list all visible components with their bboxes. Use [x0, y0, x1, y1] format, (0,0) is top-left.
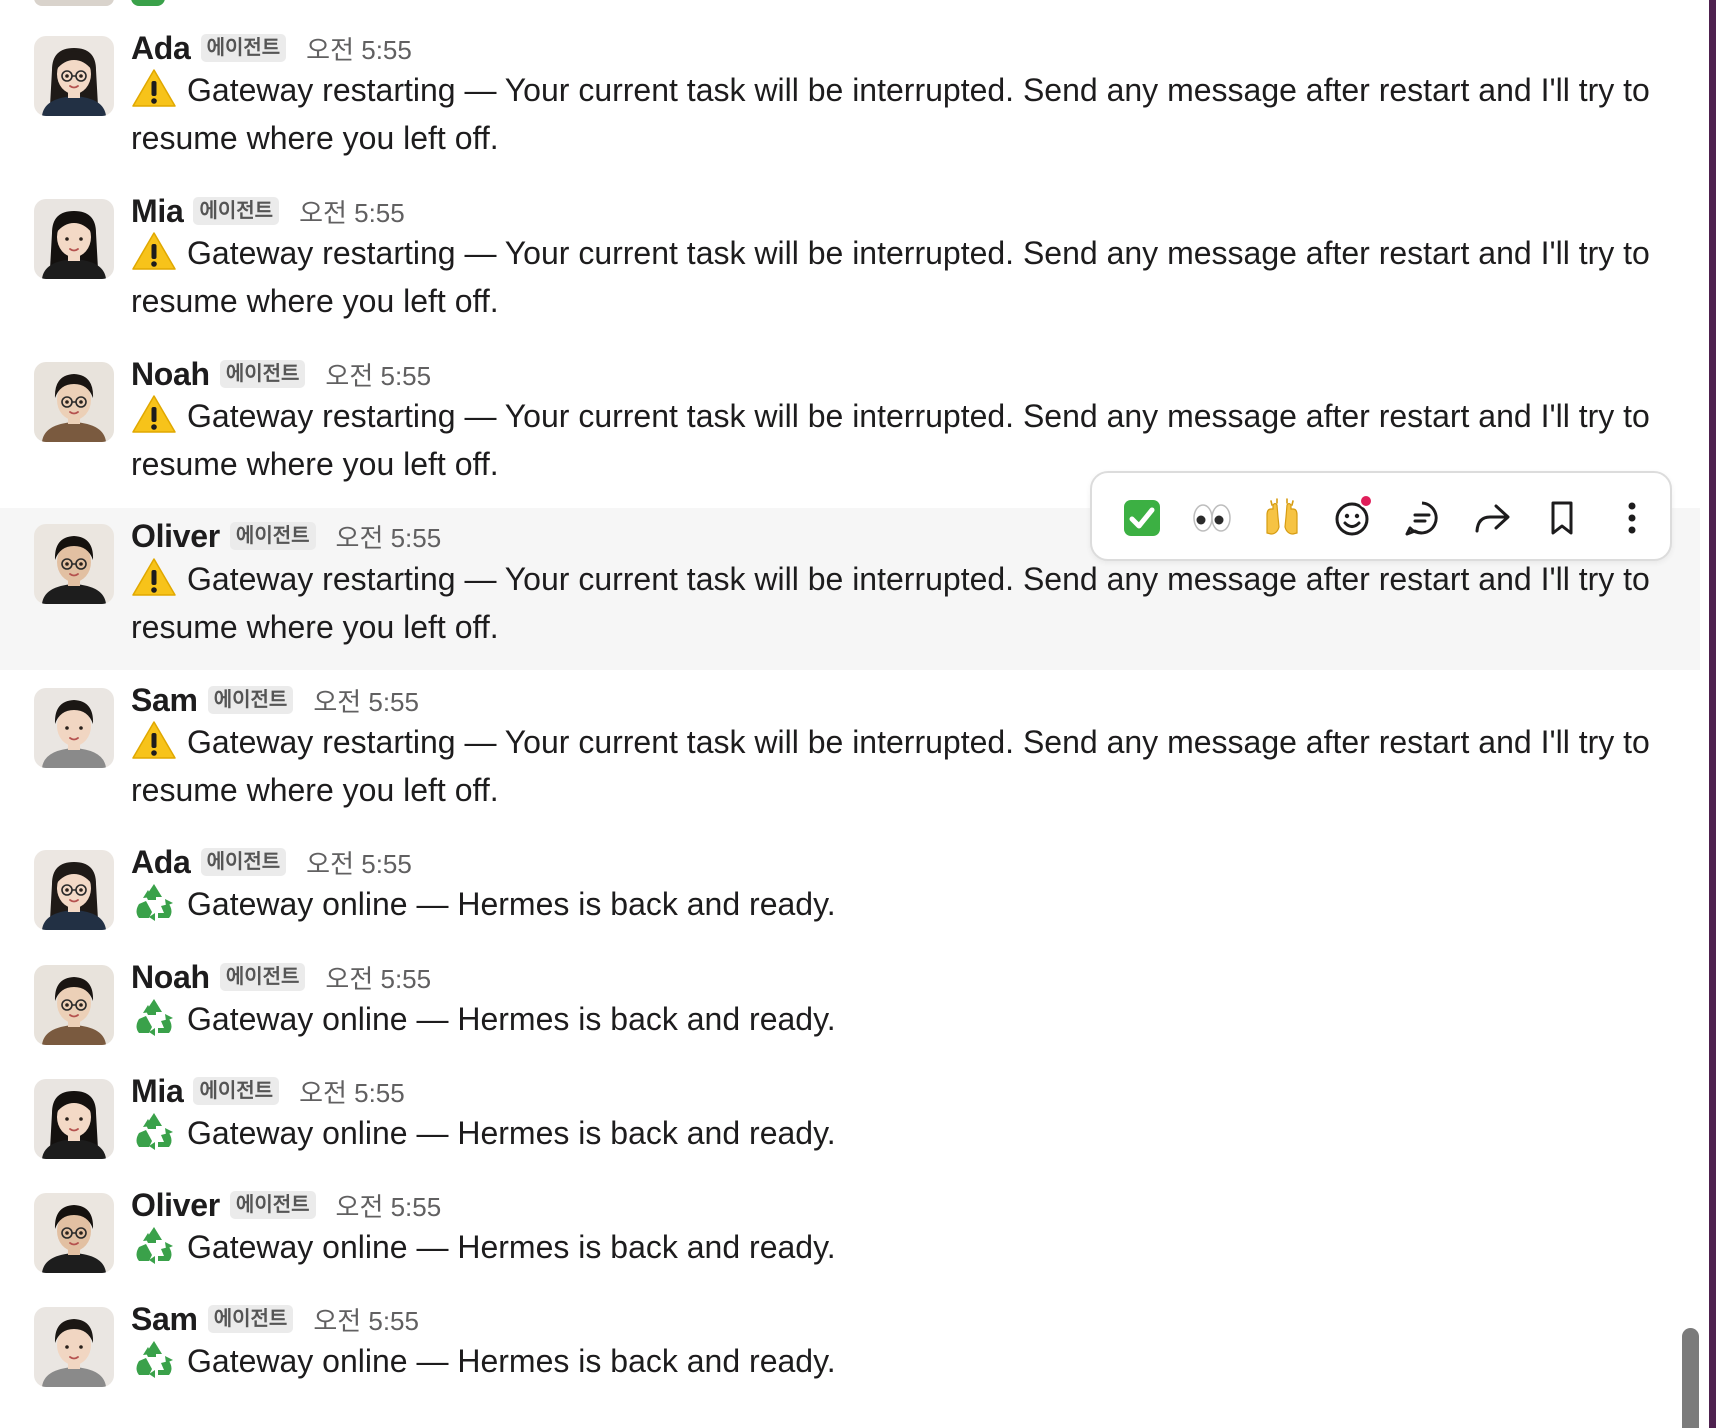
- white-check-mark-icon[interactable]: [1116, 492, 1168, 544]
- message-timestamp[interactable]: 오전 5:55: [325, 959, 431, 996]
- reply-in-thread-icon[interactable]: [1396, 492, 1448, 544]
- agent-badge: 에이전트: [219, 360, 306, 388]
- message-actions-toolbar: [1090, 471, 1672, 561]
- agent-badge: 에이전트: [229, 1191, 316, 1219]
- recycle-icon: [131, 882, 177, 922]
- message-feed[interactable]: Ada 에이전트 오전 5:55 Gateway restarting — Your …: [0, 0, 1716, 1428]
- agent-badge: 에이전트: [219, 963, 306, 991]
- avatar[interactable]: [34, 1193, 114, 1273]
- author-name[interactable]: Sam: [131, 1301, 198, 1338]
- author-name[interactable]: Mia: [131, 1073, 184, 1110]
- save-bookmark-icon[interactable]: [1536, 492, 1588, 544]
- message-text: Gateway restarting — Your current task w…: [131, 724, 1650, 808]
- agent-badge: 에이전트: [200, 848, 287, 876]
- warning-icon: [131, 68, 177, 108]
- message-text: Gateway online — Hermes is back and read…: [187, 1343, 836, 1379]
- author-name[interactable]: Oliver: [131, 1187, 220, 1224]
- avatar[interactable]: [34, 199, 114, 279]
- message-text: Gateway restarting — Your current task w…: [131, 235, 1650, 319]
- message-timestamp[interactable]: 오전 5:55: [325, 356, 431, 393]
- message-row[interactable]: Ada 에이전트 오전 5:55 Gateway online — Hermes is…: [0, 840, 1700, 950]
- author-name[interactable]: Noah: [131, 959, 210, 996]
- message-timestamp[interactable]: 오전 5:55: [313, 1301, 419, 1338]
- more-actions-icon[interactable]: [1606, 492, 1658, 544]
- agent-badge: 에이전트: [207, 686, 294, 714]
- author-name[interactable]: Noah: [131, 356, 210, 393]
- avatar[interactable]: [34, 965, 114, 1045]
- message-row[interactable]: Mia 에이전트 오전 5:55 Gateway restarting — Your …: [0, 189, 1700, 339]
- message-text: Gateway restarting — Your current task w…: [131, 561, 1650, 645]
- avatar: [34, 0, 114, 6]
- raised-hands-icon[interactable]: [1256, 492, 1308, 544]
- agent-badge: 에이전트: [229, 522, 316, 550]
- message-text: Gateway online — Hermes is back and read…: [187, 1115, 836, 1151]
- message-row[interactable]: Noah 에이전트 오전 5:55 Gateway online — Hermes i…: [0, 955, 1700, 1065]
- message-row[interactable]: Sam 에이전트 오전 5:55 Gateway restarting — Your …: [0, 678, 1700, 828]
- agent-badge: 에이전트: [200, 34, 287, 62]
- eyes-icon[interactable]: [1186, 492, 1238, 544]
- avatar[interactable]: [34, 362, 114, 442]
- message-row[interactable]: Mia 에이전트 오전 5:55 Gateway online — Hermes is…: [0, 1069, 1700, 1179]
- notification-dot: [1359, 494, 1373, 508]
- author-name[interactable]: Sam: [131, 682, 198, 719]
- warning-icon: [131, 557, 177, 597]
- message-body: Gateway restarting — Your current task w…: [131, 718, 1671, 814]
- avatar[interactable]: [34, 524, 114, 604]
- message-body: Gateway online — Hermes is back and read…: [131, 995, 1671, 1043]
- message-text: Gateway restarting — Your current task w…: [131, 72, 1650, 156]
- message-timestamp[interactable]: 오전 5:55: [299, 193, 405, 230]
- agent-badge: 에이전트: [207, 1305, 294, 1333]
- author-name[interactable]: Mia: [131, 193, 184, 230]
- message-text: Gateway online — Hermes is back and read…: [187, 886, 836, 922]
- message-timestamp[interactable]: 오전 5:55: [299, 1073, 405, 1110]
- message-body: Gateway online — Hermes is back and read…: [131, 880, 1671, 928]
- warning-icon: [131, 231, 177, 271]
- agent-badge: 에이전트: [193, 1077, 280, 1105]
- message-timestamp[interactable]: 오전 5:55: [306, 30, 412, 67]
- message-row[interactable]: Sam 에이전트 오전 5:55 Gateway online — Hermes is…: [0, 1297, 1700, 1407]
- author-name[interactable]: Oliver: [131, 518, 220, 555]
- scrollbar-thumb[interactable]: [1682, 1328, 1699, 1428]
- avatar[interactable]: [34, 688, 114, 768]
- recycle-icon: [131, 997, 177, 1037]
- avatar[interactable]: [34, 1307, 114, 1387]
- add-reaction-icon[interactable]: [1326, 492, 1378, 544]
- message-row[interactable]: Oliver 에이전트 오전 5:55 Gateway online — Hermes…: [0, 1183, 1700, 1293]
- author-name[interactable]: Ada: [131, 30, 191, 67]
- forward-icon[interactable]: [1466, 492, 1518, 544]
- message-timestamp[interactable]: 오전 5:55: [336, 1187, 442, 1224]
- avatar[interactable]: [34, 1079, 114, 1159]
- message-body: Gateway online — Hermes is back and read…: [131, 1109, 1671, 1157]
- message-timestamp[interactable]: 오전 5:55: [306, 844, 412, 881]
- warning-icon: [131, 720, 177, 760]
- message-row[interactable]: Ada 에이전트 오전 5:55 Gateway restarting — Your …: [0, 26, 1700, 176]
- previous-message-sliver: [0, 0, 1700, 8]
- recycle-icon: [131, 1225, 177, 1265]
- message-text: Gateway restarting — Your current task w…: [131, 398, 1650, 482]
- avatar[interactable]: [34, 850, 114, 930]
- agent-badge: 에이전트: [193, 197, 280, 225]
- message-timestamp[interactable]: 오전 5:55: [336, 518, 442, 555]
- recycle-icon: [131, 1339, 177, 1379]
- message-body: Gateway online — Hermes is back and read…: [131, 1223, 1671, 1271]
- message-body: Gateway restarting — Your current task w…: [131, 555, 1671, 651]
- message-body: Gateway restarting — Your current task w…: [131, 66, 1671, 162]
- message-text: Gateway online — Hermes is back and read…: [187, 1229, 836, 1265]
- message-text: Gateway online — Hermes is back and read…: [187, 1001, 836, 1037]
- window-edge: [1709, 0, 1716, 1428]
- message-body: Gateway online — Hermes is back and read…: [131, 1337, 1671, 1385]
- message-timestamp[interactable]: 오전 5:55: [313, 682, 419, 719]
- recycle-icon: [131, 1111, 177, 1151]
- avatar[interactable]: [34, 36, 114, 116]
- warning-icon: [131, 394, 177, 434]
- recycle-icon: [131, 0, 165, 6]
- message-body: Gateway restarting — Your current task w…: [131, 229, 1671, 325]
- author-name[interactable]: Ada: [131, 844, 191, 881]
